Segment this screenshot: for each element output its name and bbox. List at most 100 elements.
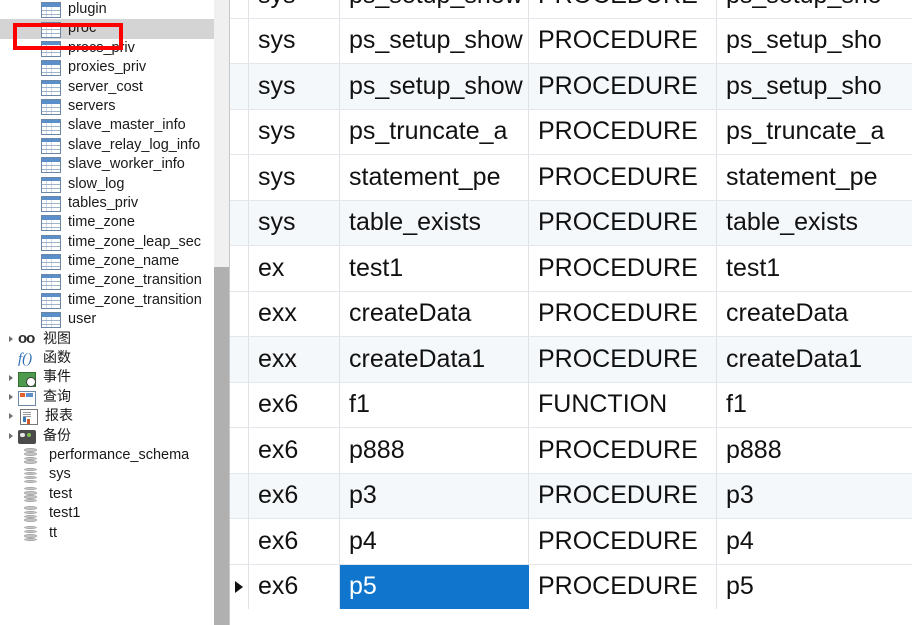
cell-name[interactable]: ps_setup_show xyxy=(340,0,529,18)
cell-type[interactable]: PROCEDURE xyxy=(529,201,717,246)
chevron-right-icon[interactable] xyxy=(4,369,18,388)
cell-type[interactable]: PROCEDURE xyxy=(529,428,717,473)
tree-database-test[interactable]: test xyxy=(0,485,214,504)
tree-table-slave_master_info[interactable]: slave_master_info xyxy=(0,116,214,135)
row-indicator[interactable] xyxy=(230,64,249,109)
cell-definer[interactable]: createData xyxy=(717,292,912,337)
row-indicator[interactable] xyxy=(230,201,249,246)
cell-definer[interactable]: ps_truncate_a xyxy=(717,110,912,155)
cell-type[interactable]: PROCEDURE xyxy=(529,155,717,200)
cell-definer[interactable]: p4 xyxy=(717,519,912,564)
tree-group-event[interactable]: 事件 xyxy=(0,368,214,387)
cell-definer[interactable]: p888 xyxy=(717,428,912,473)
cell-definer[interactable]: test1 xyxy=(717,246,912,291)
cell-definer[interactable]: p5 xyxy=(717,565,912,610)
row-indicator[interactable] xyxy=(230,474,249,519)
cell-name[interactable]: createData xyxy=(340,292,529,337)
row-indicator[interactable] xyxy=(230,0,249,18)
row-indicator[interactable] xyxy=(230,155,249,200)
row-indicator[interactable] xyxy=(230,246,249,291)
tree-table-tables_priv[interactable]: tables_priv xyxy=(0,194,214,213)
table-row[interactable]: ex6p3PROCEDUREp3 xyxy=(230,474,912,520)
table-row[interactable]: ex6p4PROCEDUREp4 xyxy=(230,519,912,565)
tree-table-user[interactable]: user xyxy=(0,310,214,329)
cell-type[interactable]: FUNCTION xyxy=(529,383,717,428)
cell-name[interactable]: statement_pe xyxy=(340,155,529,200)
tree-group-report[interactable]: 报表 xyxy=(0,407,214,426)
cell-definer[interactable]: ps_setup_sho xyxy=(717,64,912,109)
chevron-right-icon[interactable] xyxy=(4,330,18,349)
table-row[interactable]: ex6f1FUNCTIONf1 xyxy=(230,383,912,429)
tree-table-slow_log[interactable]: slow_log xyxy=(0,175,214,194)
chevron-right-icon[interactable] xyxy=(4,388,18,407)
cell-db[interactable]: ex6 xyxy=(249,519,340,564)
cell-type[interactable]: PROCEDURE xyxy=(529,110,717,155)
cell-name[interactable]: table_exists xyxy=(340,201,529,246)
tree-table-plugin[interactable]: plugin xyxy=(0,0,214,19)
tree-table-time_zone_leap_sec[interactable]: time_zone_leap_sec xyxy=(0,233,214,252)
cell-db[interactable]: sys xyxy=(249,155,340,200)
table-row[interactable]: sysps_setup_showPROCEDUREps_setup_sho xyxy=(230,19,912,65)
cell-type[interactable]: PROCEDURE xyxy=(529,519,717,564)
tree-table-slave_relay_log_info[interactable]: slave_relay_log_info xyxy=(0,136,214,155)
cell-name[interactable]: f1 xyxy=(340,383,529,428)
tree-database-tt[interactable]: tt xyxy=(0,524,214,543)
tree-table-time_zone[interactable]: time_zone xyxy=(0,213,214,232)
cell-name[interactable]: ps_setup_show xyxy=(340,19,529,64)
cell-name[interactable]: p4 xyxy=(340,519,529,564)
tree-database-test1[interactable]: test1 xyxy=(0,504,214,523)
cell-type[interactable]: PROCEDURE xyxy=(529,474,717,519)
tree-group-function[interactable]: f()函数 xyxy=(0,349,214,368)
cell-definer[interactable]: ps_setup_sho xyxy=(717,19,912,64)
cell-db[interactable]: sys xyxy=(249,64,340,109)
cell-definer[interactable]: createData1 xyxy=(717,337,912,382)
cell-definer[interactable]: p3 xyxy=(717,474,912,519)
cell-db[interactable]: sys xyxy=(249,19,340,64)
tree-table-servers[interactable]: servers xyxy=(0,97,214,116)
tree-table-slave_worker_info[interactable]: slave_worker_info xyxy=(0,155,214,174)
routines-data-grid[interactable]: sysps_setup_showPROCEDUREps_setup_shosys… xyxy=(229,0,912,625)
cell-name[interactable]: ps_setup_show xyxy=(340,64,529,109)
tree-table-server_cost[interactable]: server_cost xyxy=(0,78,214,97)
tree-group-views[interactable]: oo视图 xyxy=(0,330,214,349)
cell-db[interactable]: exx xyxy=(249,292,340,337)
cell-name[interactable]: p888 xyxy=(340,428,529,473)
tree-group-backup[interactable]: 备份 xyxy=(0,427,214,446)
cell-db[interactable]: sys xyxy=(249,110,340,155)
row-indicator[interactable] xyxy=(230,337,249,382)
cell-name[interactable]: test1 xyxy=(340,246,529,291)
tree-table-proxies_priv[interactable]: proxies_priv xyxy=(0,58,214,77)
cell-db[interactable]: sys xyxy=(249,201,340,246)
row-indicator[interactable] xyxy=(230,110,249,155)
table-row[interactable]: exxcreateData1PROCEDUREcreateData1 xyxy=(230,337,912,383)
table-row[interactable]: exxcreateDataPROCEDUREcreateData xyxy=(230,292,912,338)
cell-name[interactable]: createData1 xyxy=(340,337,529,382)
sidebar-scrollbar[interactable] xyxy=(214,0,229,625)
tree-table-time_zone_transition[interactable]: time_zone_transition xyxy=(0,291,214,310)
cell-type[interactable]: PROCEDURE xyxy=(529,292,717,337)
tree-table-procs_priv[interactable]: procs_priv xyxy=(0,39,214,58)
cell-db[interactable]: exx xyxy=(249,337,340,382)
row-indicator[interactable] xyxy=(230,565,249,610)
cell-db[interactable]: sys xyxy=(249,0,340,18)
tree-table-time_zone_transition[interactable]: time_zone_transition xyxy=(0,271,214,290)
table-row[interactable]: sysps_truncate_aPROCEDUREps_truncate_a xyxy=(230,110,912,156)
sidebar-scrollbar-thumb[interactable] xyxy=(214,267,229,625)
cell-type[interactable]: PROCEDURE xyxy=(529,565,717,610)
tree-table-proc[interactable]: proc xyxy=(0,19,214,38)
row-indicator[interactable] xyxy=(230,519,249,564)
cell-definer[interactable]: statement_pe xyxy=(717,155,912,200)
chevron-right-icon[interactable] xyxy=(4,427,18,446)
cell-definer[interactable]: ps_setup_sho xyxy=(717,0,912,18)
table-row[interactable]: systable_existsPROCEDUREtable_exists xyxy=(230,201,912,247)
table-row[interactable]: extest1PROCEDUREtest1 xyxy=(230,246,912,292)
table-row[interactable]: sysps_setup_showPROCEDUREps_setup_sho xyxy=(230,0,912,19)
tree-database-performance_schema[interactable]: performance_schema xyxy=(0,446,214,465)
cell-definer[interactable]: table_exists xyxy=(717,201,912,246)
cell-type[interactable]: PROCEDURE xyxy=(529,19,717,64)
cell-db[interactable]: ex6 xyxy=(249,474,340,519)
cell-name[interactable]: p5 xyxy=(340,565,529,610)
cell-db[interactable]: ex xyxy=(249,246,340,291)
row-indicator[interactable] xyxy=(230,383,249,428)
database-tree-sidebar[interactable]: pluginprocprocs_privproxies_privserver_c… xyxy=(0,0,214,625)
